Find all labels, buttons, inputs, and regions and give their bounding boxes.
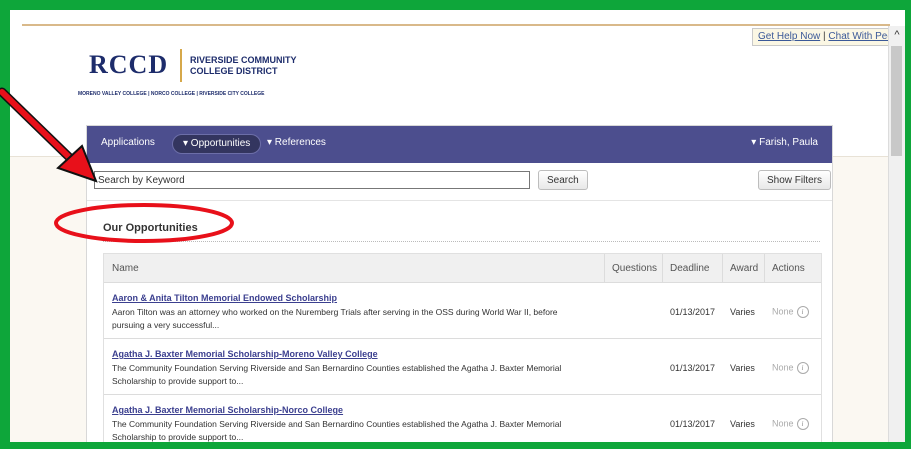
table-header: Name Questions Deadline Award Actions [104, 254, 821, 283]
column-divider [604, 254, 605, 282]
actions-none-label: None [772, 362, 794, 373]
info-icon[interactable]: i [796, 362, 809, 374]
opportunity-description: Aaron Tilton was an attorney who worked … [112, 307, 558, 330]
search-button[interactable]: Search [538, 170, 588, 190]
logo-divider [180, 49, 182, 82]
column-actions: Actions [772, 263, 805, 274]
opportunity-description: The Community Foundation Serving Riversi… [112, 419, 562, 442]
opportunities-table: Name Questions Deadline Award Actions Aa… [103, 253, 822, 442]
opportunity-award: Varies [730, 307, 755, 317]
search-input[interactable] [94, 171, 530, 189]
opportunity-actions: None i [772, 362, 809, 374]
opportunity-award: Varies [730, 363, 755, 373]
scroll-up-icon[interactable]: ^ [891, 28, 903, 42]
logo-colleges: MORENO VALLEY COLLEGE | NORCO COLLEGE | … [78, 91, 265, 97]
opportunity-deadline: 01/13/2017 [670, 419, 716, 429]
actions-none-label: None [772, 418, 794, 429]
logo-mark: RCCD [89, 50, 169, 79]
opportunity-actions: None i [772, 418, 809, 430]
opportunity-title-link[interactable]: Agatha J. Baxter Memorial Scholarship-No… [112, 405, 343, 415]
nav-applications[interactable]: Applications [101, 137, 155, 148]
column-deadline[interactable]: Deadline [670, 263, 709, 274]
opportunity-deadline: 01/13/2017 [670, 307, 716, 317]
table-row: Agatha J. Baxter Memorial Scholarship-Mo… [104, 339, 821, 395]
actions-none-label: None [772, 306, 794, 317]
column-questions[interactable]: Questions [612, 263, 657, 274]
opportunity-title-link[interactable]: Aaron & Anita Tilton Memorial Endowed Sc… [112, 293, 337, 303]
top-rule [22, 24, 890, 26]
column-divider [722, 254, 723, 282]
info-icon[interactable]: i [796, 418, 809, 430]
opportunity-description: The Community Foundation Serving Riversi… [112, 363, 562, 386]
panel-divider [87, 200, 832, 201]
table-row: Aaron & Anita Tilton Memorial Endowed Sc… [104, 283, 821, 339]
show-filters-button[interactable]: Show Filters [758, 170, 832, 190]
logo-name-line1: RIVERSIDE COMMUNITY [190, 55, 297, 65]
section-title: Our Opportunities [103, 222, 198, 234]
column-divider [764, 254, 765, 282]
column-divider [662, 254, 663, 282]
table-row: Agatha J. Baxter Memorial Scholarship-No… [104, 395, 821, 442]
column-award[interactable]: Award [730, 263, 758, 274]
opportunity-actions: None i [772, 306, 809, 318]
opportunity-award: Varies [730, 419, 755, 429]
nav-references[interactable]: ▾ References [267, 137, 326, 148]
help-separator: | [823, 31, 826, 42]
column-name[interactable]: Name [112, 263, 139, 274]
section-divider [103, 241, 820, 242]
user-menu[interactable]: ▾ Farish, Paula [751, 137, 818, 148]
opportunities-panel: Applications ▾ Opportunities ▾ Reference… [86, 125, 833, 442]
scroll-thumb[interactable] [891, 46, 902, 156]
vertical-scrollbar[interactable]: ^ [888, 26, 905, 442]
logo-name-line2: COLLEGE DISTRICT [190, 66, 278, 76]
browser-viewport: Get Help Now | Chat With Peers ^ RCCD RI… [10, 10, 905, 442]
nav-opportunities[interactable]: ▾ Opportunities [172, 134, 262, 154]
main-navbar: Applications ▾ Opportunities ▾ Reference… [87, 126, 832, 163]
opportunity-deadline: 01/13/2017 [670, 363, 716, 373]
get-help-link[interactable]: Get Help Now [758, 31, 820, 42]
help-box: Get Help Now | Chat With Peers [752, 28, 905, 46]
info-icon[interactable]: i [796, 306, 809, 318]
opportunity-title-link[interactable]: Agatha J. Baxter Memorial Scholarship-Mo… [112, 349, 378, 359]
